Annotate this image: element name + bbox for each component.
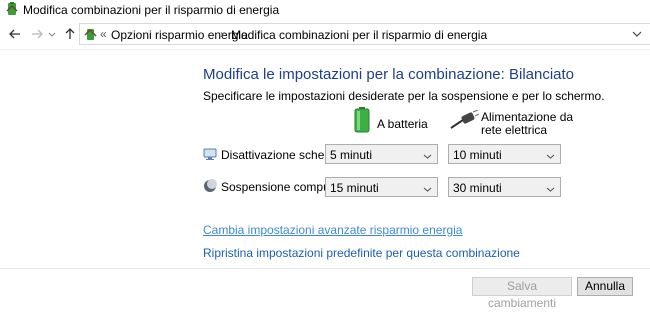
display-plugged-select[interactable]: 10 minuti (448, 144, 561, 164)
column-header-plugged-line2: rete elettrica (481, 123, 548, 137)
address-bar[interactable]: « Opzioni risparmio energia › Modifica c… (79, 23, 650, 45)
power-plug-icon (449, 109, 480, 130)
page-title: Modifica le impostazioni per la combinaz… (203, 66, 575, 83)
advanced-settings-link[interactable]: Cambia impostazioni avanzate risparmio e… (203, 223, 462, 237)
battery-icon (353, 107, 371, 133)
sleep-battery-select[interactable]: 15 minuti (325, 177, 438, 197)
forward-arrow-icon[interactable] (29, 26, 45, 42)
display-battery-select[interactable]: 5 minuti (325, 144, 438, 164)
breadcrumb-item-edit-plan[interactable]: Modifica combinazioni per il risparmio d… (231, 28, 487, 42)
breadcrumb-item-power-options[interactable]: Opzioni risparmio energia (111, 28, 248, 42)
window-title: Modifica combinazioni per il risparmio d… (23, 3, 280, 17)
restore-defaults-link[interactable]: Ripristina impostazioni predefinite per … (203, 246, 520, 260)
chevron-down-icon (546, 150, 555, 164)
page-description: Specificare le impostazioni desiderate p… (203, 89, 605, 103)
chevron-down-icon (423, 150, 432, 164)
monitor-icon (203, 147, 217, 161)
chevron-down-icon (546, 183, 555, 197)
select-value: 15 minuti (330, 181, 379, 195)
up-arrow-icon[interactable] (62, 26, 78, 42)
recent-locations-chevron-icon[interactable] (47, 26, 57, 42)
divider (0, 49, 650, 50)
column-header-battery: A batteria (377, 117, 428, 131)
select-value: 5 minuti (330, 148, 373, 162)
save-button[interactable]: Salva cambiamenti (472, 277, 572, 310)
divider (0, 268, 650, 269)
select-value: 30 minuti (453, 181, 502, 195)
chevron-down-icon[interactable] (632, 28, 642, 42)
sleep-plugged-select[interactable]: 30 minuti (448, 177, 561, 197)
breadcrumb-overflow[interactable]: « (100, 27, 107, 41)
title-bar: Modifica combinazioni per il risparmio d… (0, 0, 650, 20)
power-options-icon (5, 2, 19, 16)
back-arrow-icon[interactable] (7, 26, 23, 42)
breadcrumb-separator[interactable]: › (220, 27, 224, 41)
chevron-down-icon (423, 183, 432, 197)
select-value: 10 minuti (453, 148, 502, 162)
cancel-button[interactable]: Annulla (577, 277, 633, 296)
power-options-icon (83, 27, 98, 42)
moon-icon (203, 179, 217, 193)
